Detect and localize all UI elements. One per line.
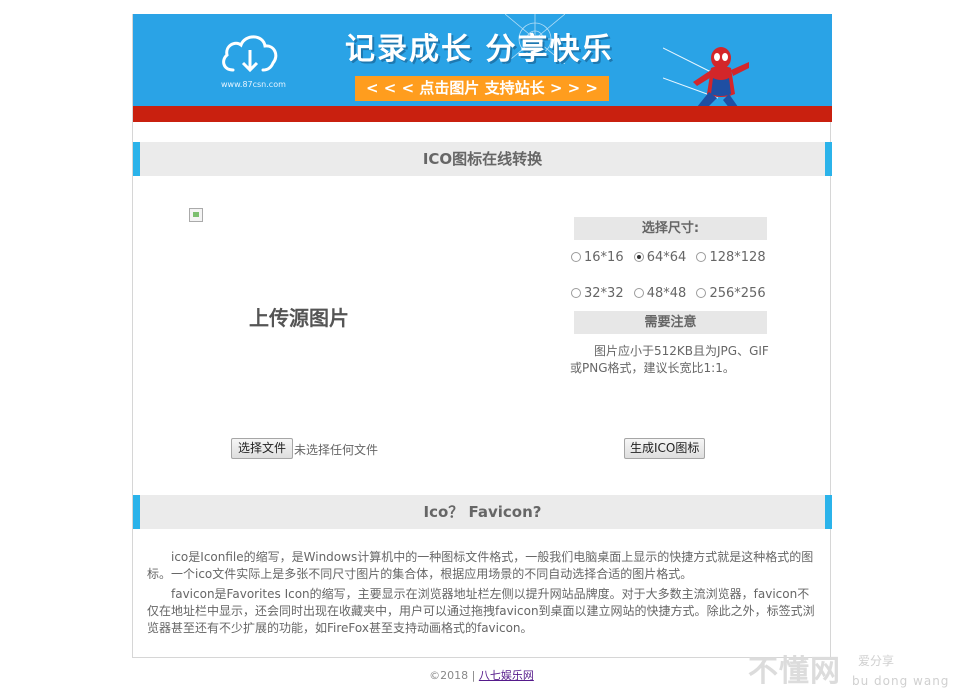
- size-radio-32[interactable]: 32*32: [571, 286, 624, 301]
- size-label: 32*32: [584, 286, 624, 301]
- choose-file-button[interactable]: 选择文件: [231, 438, 294, 459]
- footer-site-link[interactable]: 八七娱乐网: [479, 669, 534, 682]
- favicon-description: favicon是Favorites Icon的缩写，主要显示在浏览器地址栏左侧以…: [147, 587, 815, 635]
- banner-slogan: 记录成长 分享快乐: [345, 32, 614, 67]
- radio-dot[interactable]: [696, 288, 707, 298]
- size-radio-64[interactable]: 64*64: [633, 250, 687, 265]
- watermark-main: 不懂网: [748, 654, 841, 689]
- size-heading: 选择尺寸:: [574, 217, 767, 240]
- watermark-tag: 爱分享: [858, 654, 895, 668]
- promo-banner[interactable]: www.87csn.com 记录成长 分享快乐 < < < 点击图片 支持站长 …: [133, 14, 832, 122]
- notice-heading: 需要注意: [574, 311, 767, 334]
- size-radio-128[interactable]: 128*128: [696, 250, 766, 265]
- radio-dot[interactable]: [571, 252, 581, 262]
- size-label: 128*128: [709, 250, 766, 265]
- file-status-text: 未选择任何文件: [294, 443, 379, 457]
- converter-section-title: ICO图标在线转换: [133, 142, 832, 176]
- generate-ico-button[interactable]: 生成ICO图标: [624, 438, 706, 459]
- banner-red-stripe: [133, 106, 832, 122]
- size-label: 16*16: [584, 250, 624, 265]
- about-section-title: Ico？ Favicon?: [133, 495, 832, 529]
- main-container: www.87csn.com 记录成长 分享快乐 < < < 点击图片 支持站长 …: [132, 14, 832, 658]
- size-options-row-1: 16*16 64*64 128*128: [571, 250, 772, 265]
- size-label: 64*64: [646, 250, 687, 265]
- size-label: 48*48: [646, 286, 687, 301]
- size-label: 256*256: [709, 286, 766, 301]
- size-radio-48[interactable]: 48*48: [633, 286, 687, 301]
- site-url-text: www.87csn.com: [221, 80, 286, 89]
- ico-description: ico是Iconfile的缩写，是Windows计算机中的一种图标文件格式，一般…: [147, 550, 814, 581]
- image-preview-icon: [189, 208, 203, 222]
- page: www.87csn.com 记录成长 分享快乐 < < < 点击图片 支持站长 …: [0, 0, 963, 700]
- radio-dot[interactable]: [633, 288, 644, 298]
- size-options-row-2: 32*32 48*48 256*256: [571, 286, 772, 301]
- size-radio-16[interactable]: 16*16: [571, 250, 624, 265]
- cloud-download-icon: [222, 35, 278, 73]
- upload-source-label: 上传源图片: [249, 306, 349, 330]
- watermark: 不懂网 爱分享 bu dong wang: [748, 646, 953, 696]
- watermark-pinyin: bu dong wang: [852, 674, 950, 688]
- notice-text: 图片应小于512KB且为JPG、GIF或PNG格式，建议长宽比1:1。: [570, 344, 769, 375]
- copyright-text: ©2018 |: [429, 669, 479, 682]
- radio-dot[interactable]: [571, 288, 581, 298]
- radio-dot[interactable]: [696, 252, 707, 262]
- support-banner-button[interactable]: < < < 点击图片 支持站长 > > >: [355, 76, 609, 101]
- size-radio-256[interactable]: 256*256: [696, 286, 766, 301]
- radio-dot-selected[interactable]: [633, 252, 644, 262]
